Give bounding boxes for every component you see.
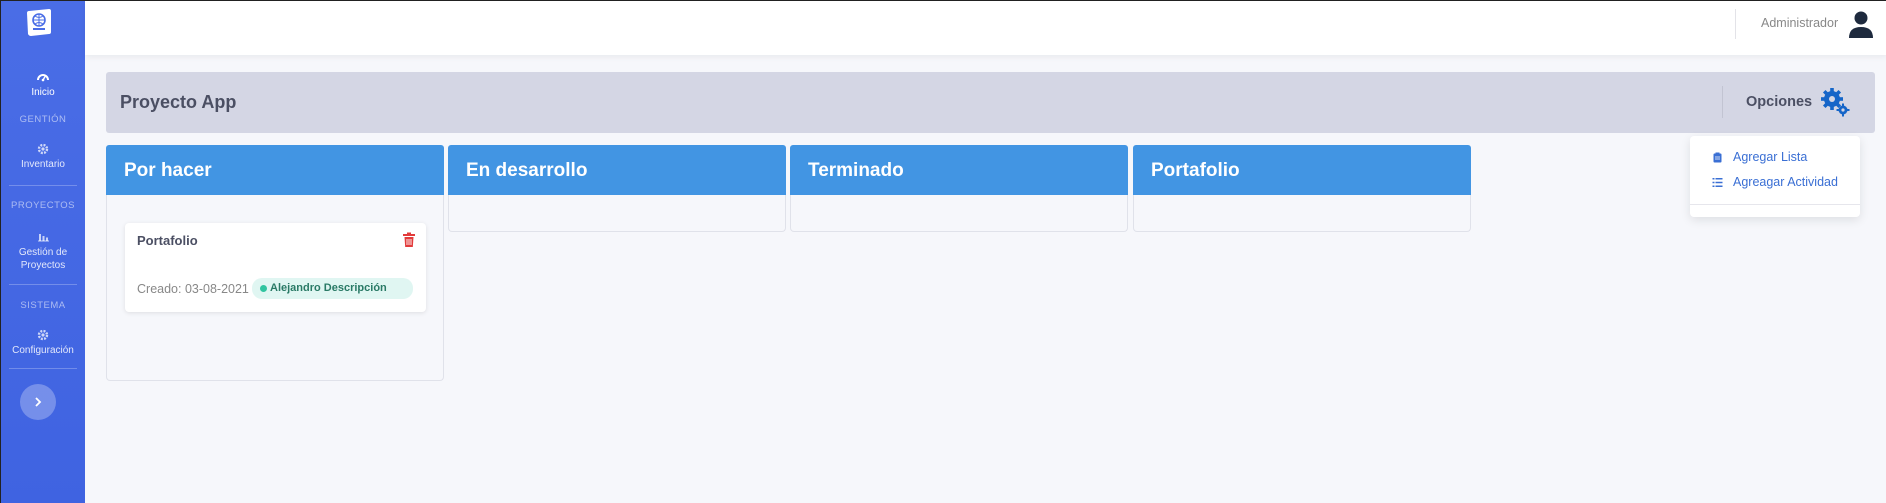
- sidebar-item-label: Gestión de Proyectos: [18, 247, 68, 271]
- column-body: [1133, 195, 1471, 232]
- column-body: [790, 195, 1128, 232]
- gear-icon: [36, 142, 50, 156]
- bar-chart-icon: [36, 229, 50, 243]
- menu-item-label: Agregar Lista: [1733, 150, 1808, 164]
- section-label-gention: GENTIÓN: [19, 114, 67, 125]
- column-body: [448, 195, 786, 232]
- user-icon[interactable]: [1845, 8, 1877, 40]
- sidebar-expand-button[interactable]: [20, 384, 56, 420]
- column-body: Portafolio Creado: 03-08-2021 Alejandro …: [106, 195, 444, 381]
- menu-item-agregar-lista[interactable]: Agregar Lista: [1712, 148, 1807, 166]
- column-header[interactable]: Por hacer: [106, 145, 444, 195]
- assignee-name: Alejandro Descripción: [270, 282, 387, 294]
- column-header[interactable]: En desarrollo: [448, 145, 786, 195]
- options-label: Opciones: [1746, 94, 1813, 110]
- sidebar-divider: [9, 368, 77, 369]
- clipboard-icon: [1713, 152, 1722, 162]
- top-header: Administrador: [85, 1, 1886, 55]
- task-card[interactable]: Portafolio Creado: 03-08-2021 Alejandro …: [125, 223, 426, 312]
- sidebar-item-label: Inicio: [31, 87, 55, 98]
- column-header[interactable]: Portafolio: [1133, 145, 1471, 195]
- app-logo[interactable]: [24, 7, 54, 39]
- header-divider: [1735, 9, 1736, 39]
- options-button[interactable]: Opciones: [1746, 84, 1850, 120]
- gear-icon: [36, 328, 50, 342]
- sidebar-item-label: Configuración: [12, 345, 74, 356]
- sidebar-item-gestion-proyectos[interactable]: Gestión de Proyectos: [1, 229, 85, 272]
- assignee-badge: Alejandro Descripción: [252, 278, 413, 299]
- sidebar-item-inventario[interactable]: Inventario: [1, 142, 85, 170]
- menu-item-label: Agreagar Actividad: [1733, 175, 1838, 189]
- gears-icon: [1821, 88, 1850, 117]
- card-title: Portafolio: [137, 233, 198, 248]
- list-icon: [1712, 177, 1723, 187]
- dropdown-divider: [1690, 204, 1860, 205]
- sidebar-divider: [9, 284, 77, 285]
- trash-icon[interactable]: [402, 232, 416, 248]
- section-label-proyectos: PROYECTOS: [11, 200, 75, 211]
- project-title: Proyecto App: [120, 92, 237, 112]
- sidebar-item-label: Inventario: [21, 159, 65, 170]
- card-created-date: Creado: 03-08-2021: [137, 282, 249, 296]
- options-dropdown-menu: Agregar Lista Agreagar Actividad: [1690, 136, 1860, 217]
- board-column-en-desarrollo: En desarrollo: [448, 145, 786, 232]
- column-header[interactable]: Terminado: [790, 145, 1128, 195]
- section-label-sistema: SISTEMA: [20, 300, 66, 311]
- status-dot: [260, 285, 267, 292]
- user-name[interactable]: Administrador: [1761, 16, 1838, 30]
- sidebar-item-configuracion[interactable]: Configuración: [1, 328, 85, 356]
- board-column-terminado: Terminado: [790, 145, 1128, 232]
- board-column-portafolio: Portafolio: [1133, 145, 1471, 232]
- project-header: Proyecto App Opciones: [106, 72, 1875, 133]
- sidebar: Inicio GENTIÓN Inventario PROYECTOS Gest…: [1, 1, 85, 503]
- sidebar-item-inicio[interactable]: Inicio: [1, 70, 85, 98]
- chevron-right-icon: [35, 397, 42, 407]
- dashboard-icon: [36, 70, 50, 84]
- menu-item-agregar-actividad[interactable]: Agreagar Actividad: [1712, 173, 1838, 191]
- board-column-por-hacer: Por hacer Portafolio Creado: 03-08-2021 …: [106, 145, 444, 381]
- sidebar-divider: [9, 185, 77, 186]
- project-header-divider: [1722, 86, 1723, 118]
